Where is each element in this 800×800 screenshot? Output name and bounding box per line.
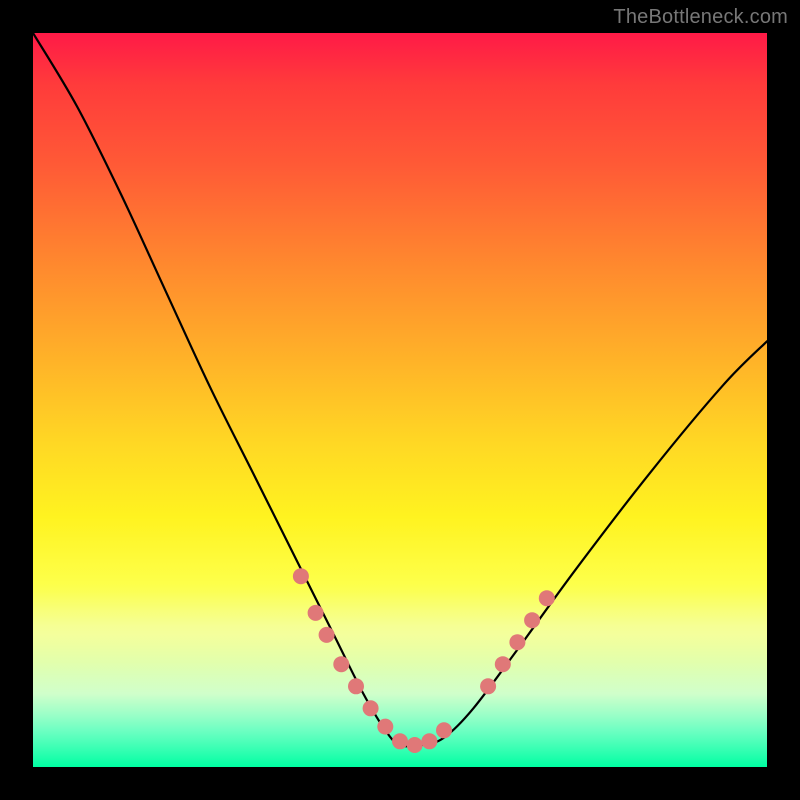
highlight-dot [436,722,452,738]
highlight-dot [308,605,324,621]
highlight-dot [495,656,511,672]
highlight-dot [392,733,408,749]
highlight-dot [421,733,437,749]
plot-area [33,33,767,767]
highlight-dot [348,678,364,694]
highlight-dot [363,700,379,716]
chart-frame: TheBottleneck.com [0,0,800,800]
bottleneck-curve [33,33,767,746]
gradient-sheen [33,591,767,767]
highlight-dot [509,634,525,650]
curve-layer [33,33,767,767]
highlight-dot [377,719,393,735]
highlight-dots [293,568,555,753]
attribution-label: TheBottleneck.com [613,6,788,29]
highlight-dot [333,656,349,672]
highlight-dot [480,678,496,694]
highlight-dot [539,590,555,606]
highlight-dot [407,737,423,753]
highlight-dot [524,612,540,628]
highlight-dot [319,627,335,643]
highlight-dot [293,568,309,584]
